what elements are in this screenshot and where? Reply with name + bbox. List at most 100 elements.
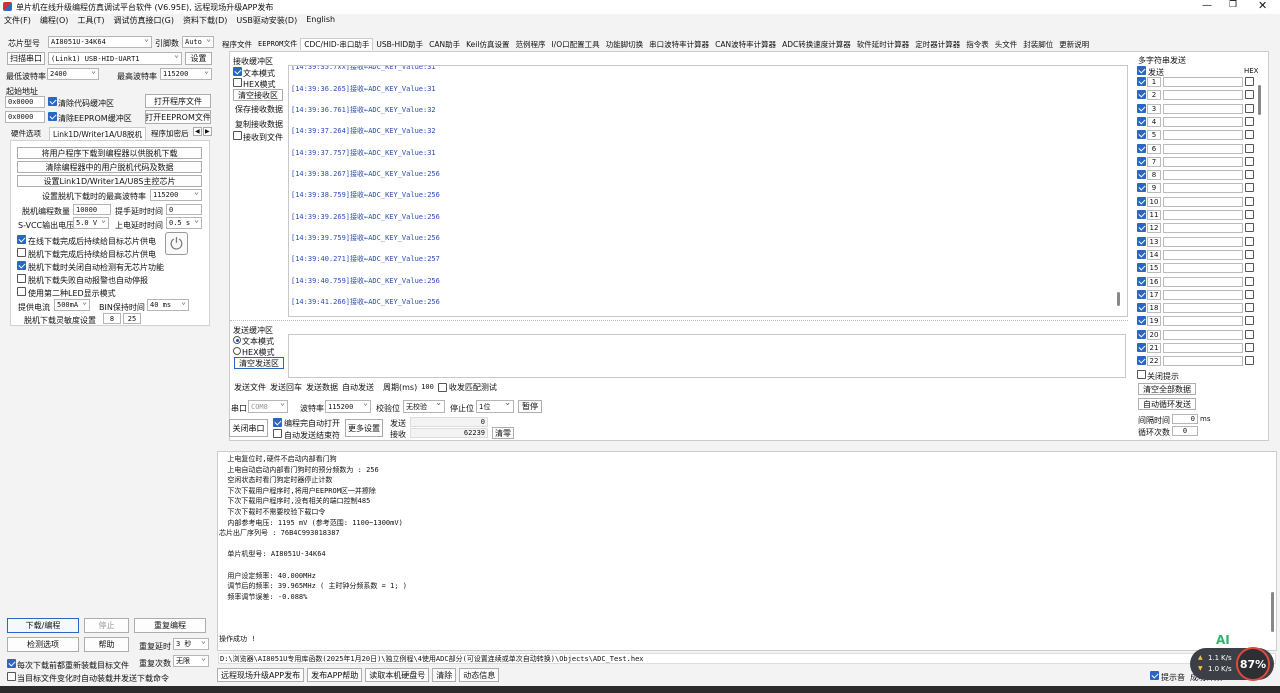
- auto-send-button[interactable]: 自动发送: [341, 382, 375, 393]
- tab-can-baud-calc[interactable]: CAN波特率计算器: [712, 39, 779, 50]
- network-widget[interactable]: ▲ 1.1 K/s ▼ 1.0 K/s 87%: [1190, 647, 1274, 681]
- tab-baud-calc[interactable]: 串口波特率计算器: [646, 39, 712, 50]
- tab-program-file[interactable]: 程序文件: [219, 39, 255, 50]
- clear-count-button[interactable]: 清零: [492, 427, 514, 439]
- option-checkbox-3[interactable]: [17, 261, 26, 270]
- power-off-delay-input[interactable]: 0: [166, 204, 202, 215]
- receive-scrollbar[interactable]: [1117, 292, 1120, 306]
- multi-row-send-checkbox[interactable]: [1137, 156, 1146, 166]
- auto-send-end-checkbox[interactable]: [273, 429, 282, 438]
- bin-hold-select[interactable]: 40 ms: [147, 299, 189, 311]
- multi-row-input[interactable]: [1163, 116, 1243, 127]
- dynamic-info-button[interactable]: 动态信息: [459, 668, 500, 682]
- count-input[interactable]: 10000: [73, 204, 111, 215]
- multi-row-send-checkbox[interactable]: [1137, 249, 1146, 259]
- multi-row-send-checkbox[interactable]: [1137, 183, 1146, 193]
- multi-row-input[interactable]: [1163, 103, 1243, 114]
- stop-bits-select[interactable]: 1位: [476, 400, 514, 413]
- option-checkbox-1[interactable]: [17, 235, 26, 244]
- tab-scroll-left-icon[interactable]: ◀: [193, 127, 202, 136]
- clear-eeprom-checkbox[interactable]: [48, 112, 57, 121]
- more-settings-button[interactable]: 更多设置: [345, 419, 383, 437]
- multi-row-send-checkbox[interactable]: [1137, 329, 1146, 339]
- send-data-button[interactable]: 发送数据: [305, 382, 339, 393]
- multi-row-input[interactable]: [1163, 316, 1243, 327]
- repeat-program-button[interactable]: 重复编程: [134, 618, 206, 633]
- loop-count-input[interactable]: 0: [1172, 426, 1198, 436]
- multi-row-input[interactable]: [1163, 276, 1243, 287]
- clear-code-checkbox[interactable]: [48, 97, 57, 106]
- match-test-checkbox[interactable]: [437, 382, 447, 392]
- send-area[interactable]: [288, 334, 1126, 378]
- multi-row-send-checkbox[interactable]: [1137, 116, 1146, 126]
- multi-row-input[interactable]: [1163, 223, 1243, 234]
- multi-row-send-checkbox[interactable]: [1137, 210, 1146, 219]
- multi-row-index[interactable]: 19: [1147, 316, 1161, 327]
- multi-row-index[interactable]: 5: [1147, 130, 1161, 141]
- multi-row-hex-checkbox[interactable]: [1245, 77, 1254, 86]
- tab-serial-assistant[interactable]: CDC/HID-串口助手: [300, 38, 374, 50]
- multi-row-send-checkbox[interactable]: [1137, 356, 1146, 366]
- tab-offline[interactable]: Link1D/Writer1A/U8脱机: [49, 127, 147, 141]
- tab-examples[interactable]: 范例程序: [512, 39, 548, 50]
- log-scrollbar[interactable]: [1271, 592, 1274, 632]
- repeat-count-select[interactable]: 无限: [173, 655, 209, 667]
- multi-row-hex-checkbox[interactable]: [1245, 143, 1254, 153]
- multi-row-hex-checkbox[interactable]: [1245, 289, 1254, 299]
- interval-input[interactable]: 0: [1172, 414, 1198, 424]
- menu-tools[interactable]: 工具(T): [77, 15, 104, 28]
- option-checkbox-5[interactable]: [17, 287, 26, 296]
- multi-row-send-checkbox[interactable]: [1137, 263, 1146, 273]
- multi-row-index[interactable]: 2: [1147, 90, 1161, 101]
- multi-row-hex-checkbox[interactable]: [1245, 329, 1254, 339]
- multi-row-hex-checkbox[interactable]: [1245, 116, 1254, 126]
- multi-row-send-checkbox[interactable]: [1137, 103, 1146, 113]
- multi-row-hex-checkbox[interactable]: [1245, 130, 1254, 140]
- serial-port-select[interactable]: COM8: [248, 400, 288, 413]
- receive-area[interactable]: [14:39:35.7xx]接收←ADC_KEY_Value:31 [14:39…: [288, 65, 1128, 317]
- multi-row-input[interactable]: [1163, 303, 1243, 314]
- sound-tip-checkbox[interactable]: [1150, 671, 1159, 680]
- multi-row-send-checkbox[interactable]: [1137, 90, 1146, 100]
- parity-select[interactable]: 无校验: [403, 400, 445, 413]
- maximize-icon[interactable]: ❐: [1229, 0, 1237, 10]
- multi-row-input[interactable]: [1163, 196, 1243, 207]
- remote-upgrade-button[interactable]: 远程现场升级APP发布: [217, 668, 305, 682]
- multi-row-input[interactable]: [1163, 249, 1243, 260]
- tab-hardware[interactable]: 硬件选项: [11, 128, 41, 139]
- auto-load-checkbox[interactable]: [7, 672, 16, 681]
- tab-usb-hid[interactable]: USB-HID助手: [373, 39, 426, 50]
- menu-program[interactable]: 编程(O): [40, 15, 69, 28]
- multi-row-index[interactable]: 15: [1147, 263, 1161, 274]
- multi-row-index[interactable]: 13: [1147, 236, 1161, 247]
- port-select[interactable]: (Link1) USB-HID-UART1: [48, 52, 182, 65]
- clear-send-button[interactable]: 清空发送区: [234, 357, 284, 369]
- copy-receive-button[interactable]: 复制接收数据: [233, 118, 285, 130]
- multi-row-input[interactable]: [1163, 143, 1243, 154]
- recv-hex-mode-checkbox[interactable]: [233, 78, 242, 87]
- tab-header[interactable]: 头文件: [992, 39, 1021, 50]
- multi-row-hex-checkbox[interactable]: [1245, 276, 1254, 286]
- multi-row-index[interactable]: 9: [1147, 183, 1161, 194]
- multi-row-hex-checkbox[interactable]: [1245, 156, 1254, 166]
- clear-button[interactable]: 清除: [432, 668, 457, 682]
- multi-row-hex-checkbox[interactable]: [1245, 223, 1254, 233]
- tab-io-config[interactable]: I/O口配置工具: [548, 39, 602, 50]
- tab-encryption[interactable]: 程序加密后: [151, 128, 193, 139]
- multi-row-send-checkbox[interactable]: [1137, 77, 1146, 86]
- port-settings-button[interactable]: 设置: [185, 52, 212, 65]
- publish-help-button[interactable]: 发布APP帮助: [307, 668, 363, 682]
- multi-row-hex-checkbox[interactable]: [1245, 236, 1254, 246]
- multi-row-send-checkbox[interactable]: [1137, 343, 1146, 352]
- multi-row-index[interactable]: 20: [1147, 329, 1161, 340]
- multi-row-hex-checkbox[interactable]: [1245, 210, 1254, 219]
- multi-row-index[interactable]: 3: [1147, 103, 1161, 114]
- tab-changelog[interactable]: 更新说明: [1056, 39, 1092, 50]
- tab-keil[interactable]: Keil仿真设置: [463, 39, 512, 50]
- multi-row-input[interactable]: [1163, 90, 1243, 101]
- option-checkbox-2[interactable]: [17, 248, 26, 257]
- multi-row-hex-checkbox[interactable]: [1245, 196, 1254, 206]
- tab-delay-calc[interactable]: 软件延时计算器: [854, 39, 913, 50]
- multi-row-index[interactable]: 11: [1147, 210, 1161, 220]
- clear-all-button[interactable]: 清空全部数据: [1138, 383, 1196, 395]
